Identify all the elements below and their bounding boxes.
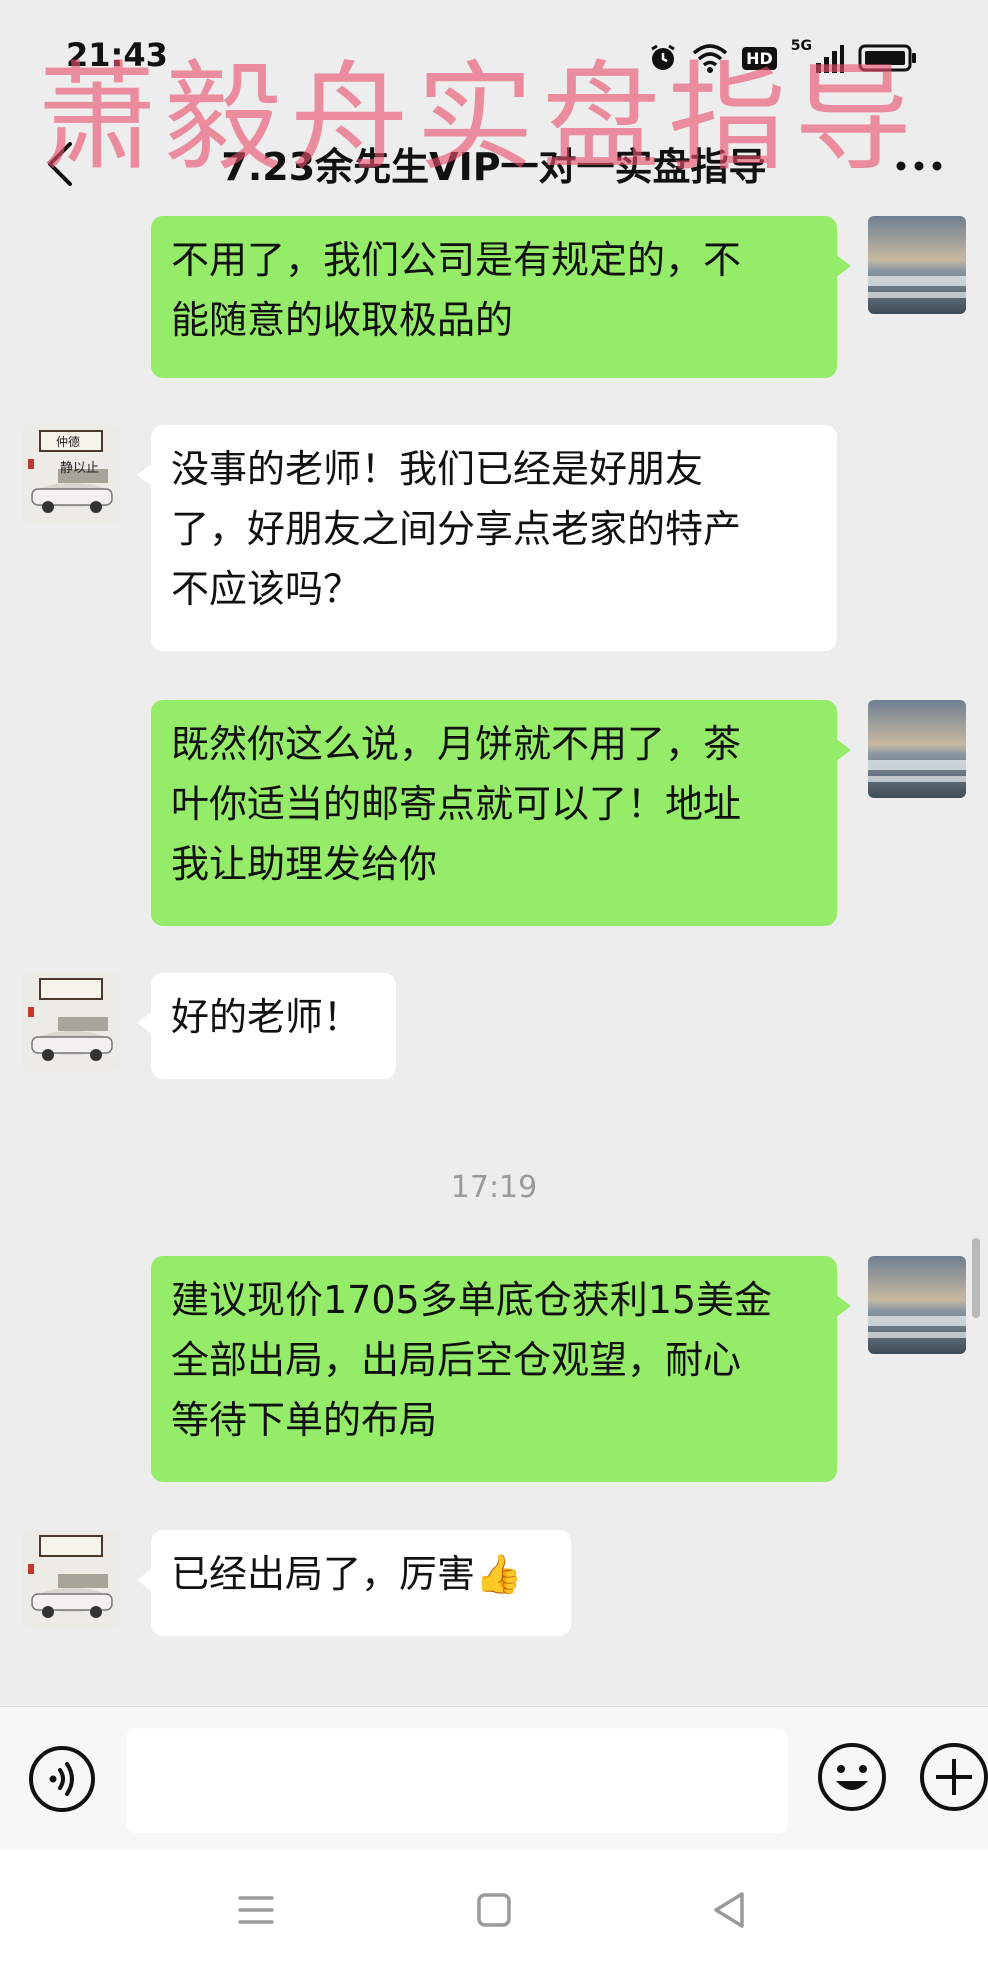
menu-button[interactable] xyxy=(232,1886,280,1934)
message-line: 建议现价1705多单底仓获利15美金 xyxy=(171,1278,773,1322)
status-icons: HD 5G xyxy=(648,38,918,78)
avatar-text-bottom: 静以止 xyxy=(60,461,100,476)
message-line: 了，好朋友之间分享点老家的特产 xyxy=(171,507,742,551)
more-functions-button[interactable] xyxy=(918,1741,988,1813)
message-input[interactable] xyxy=(126,1729,788,1833)
self-avatar[interactable] xyxy=(868,700,966,798)
menu-icon xyxy=(238,1896,274,1924)
message-line: 不应该吗？ xyxy=(171,567,362,611)
voice-icon xyxy=(29,1746,95,1812)
signal-icon xyxy=(816,43,844,73)
voice-button[interactable] xyxy=(28,1745,96,1813)
message-line: 不用了，我们公司是有规定的，不 xyxy=(171,238,742,282)
alarm-icon xyxy=(648,43,678,73)
message-timestamp: 17:19 xyxy=(450,1170,538,1205)
message-line: 等待下单的布局 xyxy=(171,1398,438,1442)
system-back-button[interactable] xyxy=(706,1886,754,1934)
message-line: 我让助理发给你 xyxy=(171,842,438,886)
sea-avatar-image xyxy=(868,1256,966,1354)
message-line: 全部出局，出局后空仓观望，耐心 xyxy=(171,1338,742,1382)
battery-icon xyxy=(858,43,918,73)
scrollbar-thumb[interactable] xyxy=(972,1238,980,1318)
network-type: 5G xyxy=(790,38,812,54)
message-line: 能随意的收取极品的 xyxy=(171,298,514,342)
message-line: 既然你这么说，月饼就不用了，茶 xyxy=(171,722,742,766)
self-avatar[interactable] xyxy=(868,216,966,314)
contact-avatar[interactable]: 仲德 静以止 xyxy=(22,425,120,523)
emoji-button[interactable] xyxy=(816,1741,888,1813)
calligraphy-avatar-image xyxy=(22,973,120,1071)
calligraphy-avatar-image xyxy=(22,1530,120,1628)
message-bubble-self[interactable]: 建议现价1705多单底仓获利15美金 全部出局，出局后空仓观望，耐心 等待下单的… xyxy=(151,1256,851,1482)
contact-avatar[interactable] xyxy=(22,1530,120,1628)
hd-badge: HD xyxy=(742,46,777,70)
system-nav-bar xyxy=(0,1850,988,1972)
self-avatar[interactable] xyxy=(868,1256,966,1354)
sea-avatar-image xyxy=(868,216,966,314)
message-line: 已经出局了，厉害👍 xyxy=(171,1552,523,1596)
home-button[interactable] xyxy=(470,1886,518,1934)
input-bar xyxy=(0,1706,988,1850)
message-bubble-other[interactable]: 已经出局了，厉害👍 xyxy=(137,1530,571,1636)
more-button[interactable] xyxy=(894,146,944,186)
contact-avatar[interactable] xyxy=(22,973,120,1071)
message-line: 好的老师！ xyxy=(171,995,362,1039)
message-bubble-other[interactable]: 没事的老师！我们已经是好朋友 了，好朋友之间分享点老家的特产 不应该吗？ xyxy=(137,425,837,651)
message-line: 没事的老师！我们已经是好朋友 xyxy=(171,447,704,491)
wifi-icon xyxy=(692,43,728,73)
message-bubble-self[interactable]: 既然你这么说，月饼就不用了，茶 叶你适当的邮寄点就可以了！地址 我让助理发给你 xyxy=(151,700,851,926)
emoji-icon xyxy=(818,1743,886,1811)
status-bar: 21:43 HD 5G xyxy=(0,0,988,110)
message-line: 叶你适当的邮寄点就可以了！地址 xyxy=(171,782,742,826)
home-icon xyxy=(477,1893,511,1927)
status-time: 21:43 xyxy=(66,36,168,74)
plus-icon xyxy=(920,1743,988,1811)
chat-title: 7.23余先生VIP一对一实盘指导 xyxy=(221,145,767,189)
message-bubble-self[interactable]: 不用了，我们公司是有规定的，不 能随意的收取极品的 xyxy=(151,216,851,378)
chat-header: 7.23余先生VIP一对一实盘指导 xyxy=(0,110,988,215)
sea-avatar-image xyxy=(868,700,966,798)
more-dots-icon xyxy=(896,161,942,171)
message-bubble-other[interactable]: 好的老师！ xyxy=(137,973,396,1079)
back-triangle-icon xyxy=(714,1892,744,1928)
avatar-text-top: 仲德 xyxy=(56,435,81,449)
